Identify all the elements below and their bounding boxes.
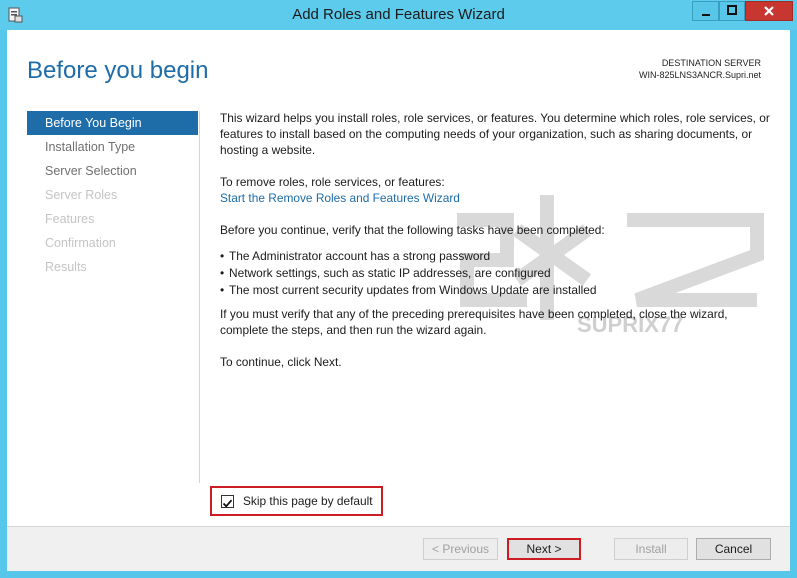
minimize-button[interactable] — [692, 1, 719, 21]
next-button[interactable]: Next > — [507, 538, 581, 560]
nav-item-server-selection[interactable]: Server Selection — [27, 159, 198, 183]
prerequisites-list: The Administrator account has a strong p… — [220, 248, 775, 299]
nav-item-before-you-begin[interactable]: Before You Begin — [27, 111, 198, 135]
remove-roles-link[interactable]: Start the Remove Roles and Features Wiza… — [220, 190, 775, 206]
minimize-icon — [693, 2, 718, 20]
wizard-steps-nav: Before You Begin Installation Type Serve… — [27, 111, 198, 279]
skip-page-checkbox[interactable] — [221, 495, 234, 508]
main-content: This wizard helps you install roles, rol… — [220, 110, 775, 386]
window-title: Add Roles and Features Wizard — [292, 6, 505, 23]
close-button[interactable] — [745, 1, 793, 21]
destination-label: DESTINATION SERVER — [661, 58, 761, 68]
close-icon — [746, 2, 792, 20]
nav-item-results: Results — [45, 260, 87, 274]
remove-roles-text: To remove roles, role services, or featu… — [220, 175, 445, 189]
continue-text: To continue, click Next. — [220, 355, 342, 369]
maximize-icon — [720, 2, 744, 20]
cancel-button[interactable]: Cancel — [696, 538, 771, 560]
nav-item-installation-type[interactable]: Installation Type — [27, 135, 198, 159]
skip-page-option[interactable]: Skip this page by default — [210, 486, 383, 516]
maximize-button[interactable] — [719, 1, 745, 21]
verify-text: Before you continue, verify that the fol… — [220, 223, 605, 237]
install-button[interactable]: Install — [614, 538, 688, 560]
nav-divider — [199, 111, 200, 483]
previous-button[interactable]: < Previous — [423, 538, 498, 560]
skip-page-label[interactable]: Skip this page by default — [243, 494, 373, 508]
intro-text: This wizard helps you install roles, rol… — [220, 111, 770, 157]
checkmark-icon — [222, 499, 233, 508]
nav-item-features: Features — [45, 212, 95, 226]
page-title: Before you begin — [27, 57, 209, 84]
wizard-body: Before you begin DESTINATION SERVER WIN-… — [7, 30, 790, 571]
destination-server: WIN-825LNS3ANCR.Supri.net — [638, 70, 761, 80]
nav-item-confirmation: Confirmation — [45, 236, 116, 250]
wizard-footer: < Previous Next > Install Cancel — [7, 527, 790, 571]
list-item: The most current security updates from W… — [220, 282, 775, 299]
list-item: The Administrator account has a strong p… — [220, 248, 775, 265]
prerequisites-text: If you must verify that any of the prece… — [220, 307, 728, 337]
title-bar[interactable]: Add Roles and Features Wizard — [0, 0, 797, 30]
nav-item-server-roles: Server Roles — [45, 188, 118, 202]
list-item: Network settings, such as static IP addr… — [220, 265, 775, 282]
